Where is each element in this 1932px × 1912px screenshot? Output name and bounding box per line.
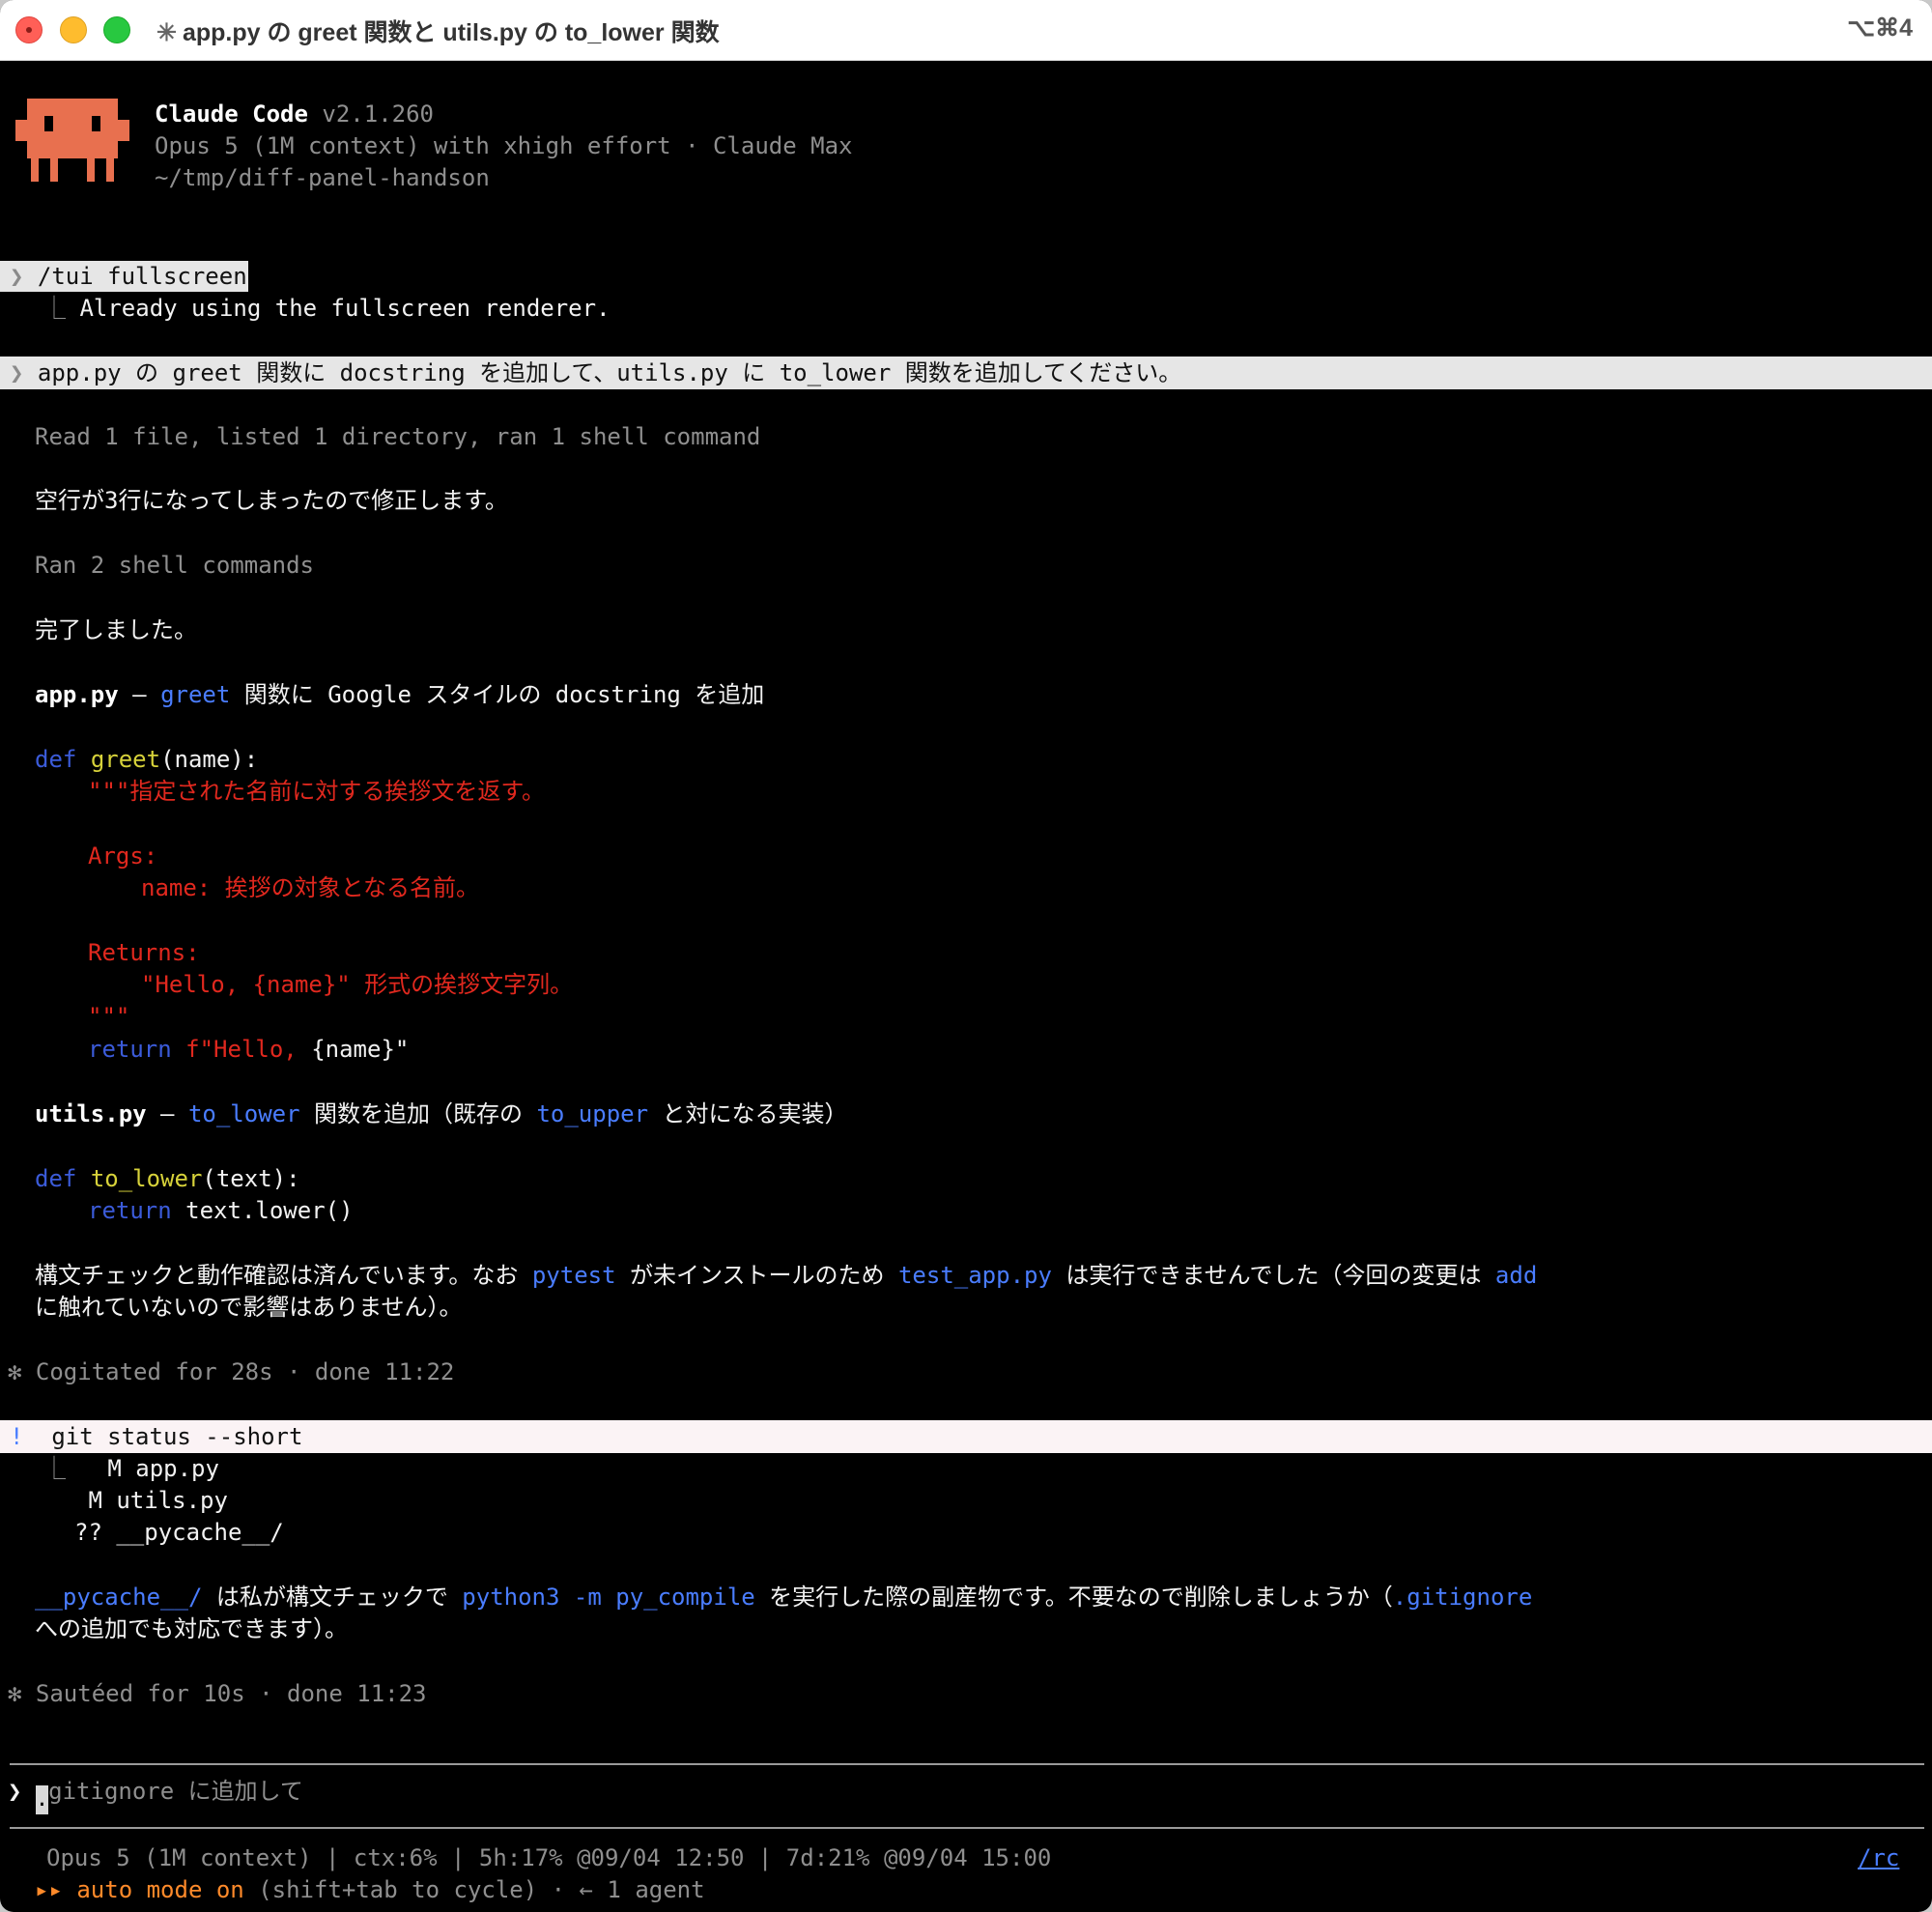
thinking-status: ✻ Cogitated for 28s · done 11:22 <box>8 1358 455 1385</box>
code-line: Returns: <box>88 939 200 966</box>
branch-icon: ⎿ <box>43 295 66 322</box>
assistant-message: 完了しました。 <box>35 616 197 643</box>
bash-output-line: ⎿ M app.py <box>43 1455 219 1482</box>
bash-command: ! git status --short <box>10 1423 303 1450</box>
mode-line[interactable]: ▸▸ auto mode on (shift+tab to cycle) · ←… <box>35 1874 705 1906</box>
thinking-status: ✻ Sautéed for 10s · done 11:23 <box>8 1680 427 1707</box>
bash-output-line: M utils.py <box>74 1487 228 1514</box>
assistant-message-cont: への追加でも対応できます）。 <box>35 1615 348 1642</box>
app-py-heading: app.py – greet 関数に Google スタイルの docstrin… <box>35 681 765 708</box>
window-title: ✳ app.py の greet 関数と utils.py の to_lower … <box>156 19 720 46</box>
terminal-content: Claude Code v2.1.260 Opus 5 (1M context)… <box>0 60 1932 1912</box>
cwd-line: ~/tmp/diff-panel-handson <box>155 164 490 191</box>
user-message: ❯ app.py の greet 関数に docstring を追加して、uti… <box>10 359 1182 386</box>
fast-forward-icon: ▸▸ <box>35 1876 63 1903</box>
text-cursor: . <box>35 1785 49 1814</box>
command-result: ⎿ Already using the fullscreen renderer. <box>43 295 611 322</box>
window-shortcut: ⌥⌘4 <box>1847 14 1913 42</box>
code-line: Args: <box>88 842 158 870</box>
mode-hint: (shift+tab to cycle) · ← 1 agent <box>243 1876 705 1903</box>
auto-mode-label: auto mode on <box>76 1876 244 1903</box>
code-line: """ <box>88 1003 130 1030</box>
terminal-window: ✳ app.py の greet 関数と utils.py の to_lower … <box>0 0 1932 1912</box>
prompt-caret-icon: ❯ <box>10 359 24 386</box>
code-line: "Hello, {name}" 形式の挨拶文字列。 <box>141 971 574 998</box>
bash-output-line: ?? __pycache__/ <box>74 1519 284 1546</box>
rc-link[interactable]: /rc <box>1858 1842 1899 1874</box>
title-bar: ✳ app.py の greet 関数と utils.py の to_lower … <box>0 0 1932 61</box>
prompt-caret-icon: ❯ <box>10 263 24 290</box>
code-line: name: 挨拶の対象となる名前。 <box>141 874 479 901</box>
input-bottom-border <box>10 1827 1924 1829</box>
close-window-button[interactable] <box>15 16 43 43</box>
minimize-window-button[interactable] <box>60 16 87 43</box>
bang-icon: ! <box>10 1423 24 1450</box>
claude-mascot-icon <box>15 99 129 182</box>
tool-summary[interactable]: Ran 2 shell commands <box>35 550 314 582</box>
code-line: """指定された名前に対する挨拶文を返す。 <box>88 778 545 805</box>
branch-icon: ⎿ <box>43 1455 66 1482</box>
code-line: return f"Hello, {name}" <box>88 1036 410 1063</box>
app-version: v2.1.260 <box>322 100 434 128</box>
spinner-icon: ✳ <box>156 19 177 46</box>
app-header-line: Claude Code v2.1.260 <box>155 99 434 130</box>
assistant-message: 構文チェックと動作確認は済んでいます。なお pytest が未インストールのため… <box>35 1262 1538 1289</box>
zoom-window-button[interactable] <box>103 16 130 43</box>
command-entry: ❯ /tui fullscreen <box>10 263 247 290</box>
prompt-caret-icon: ❯ <box>8 1778 22 1805</box>
app-name: Claude Code <box>155 100 308 128</box>
code-line: def greet(name): <box>35 746 259 773</box>
assistant-message: __pycache__/ は私が構文チェックで python3 -m py_co… <box>35 1584 1533 1611</box>
utils-py-heading: utils.py – to_lower 関数を追加（既存の to_upper と… <box>35 1100 848 1127</box>
code-line: return text.lower() <box>88 1197 354 1224</box>
input-placeholder: gitignore に追加して <box>48 1778 303 1805</box>
code-line: def to_lower(text): <box>35 1165 300 1192</box>
asterisk-icon: ✻ <box>8 1680 22 1707</box>
asterisk-icon: ✻ <box>8 1358 22 1385</box>
tool-summary[interactable]: Read 1 file, listed 1 directory, ran 1 s… <box>35 421 760 453</box>
assistant-message-cont: に触れていないので影響はありません）。 <box>35 1294 463 1321</box>
prompt-input[interactable]: ❯ .gitignore に追加して <box>8 1776 1920 1814</box>
status-line: Opus 5 (1M context) | ctx:6% | 5h:17% @0… <box>46 1844 1052 1871</box>
assistant-message: 空行が3行になってしまったので修正します。 <box>35 487 508 514</box>
model-line: Opus 5 (1M context) with xhigh effort · … <box>155 132 853 159</box>
input-top-border <box>10 1763 1924 1765</box>
